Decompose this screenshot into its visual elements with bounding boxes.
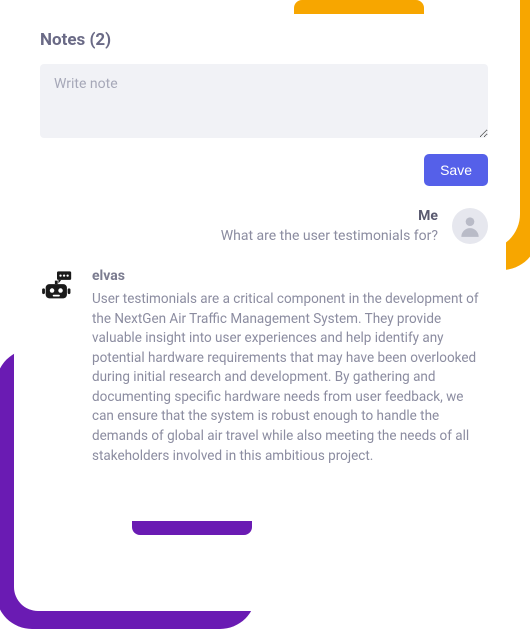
message-bot: elvas User testimonials are a critical c… <box>40 268 488 466</box>
note-input[interactable] <box>40 64 488 138</box>
user-avatar-icon <box>452 208 488 244</box>
me-name: Me <box>221 208 438 224</box>
bot-icon <box>40 268 76 308</box>
bot-text: User testimonials are a critical compone… <box>92 290 488 466</box>
note-actions: Save <box>40 154 488 186</box>
me-text: What are the user testimonials for? <box>221 228 438 244</box>
save-button[interactable]: Save <box>424 154 488 186</box>
decorative-tab-purple <box>132 521 252 535</box>
notes-title: Notes (2) <box>40 30 488 50</box>
thread: Me What are the user testimonials for? <box>40 208 488 466</box>
notes-panel: Notes (2) Save Me What are the user test… <box>22 14 506 490</box>
bot-name: elvas <box>92 268 488 284</box>
decorative-tab-orange <box>294 0 424 15</box>
message-me: Me What are the user testimonials for? <box>40 208 488 244</box>
